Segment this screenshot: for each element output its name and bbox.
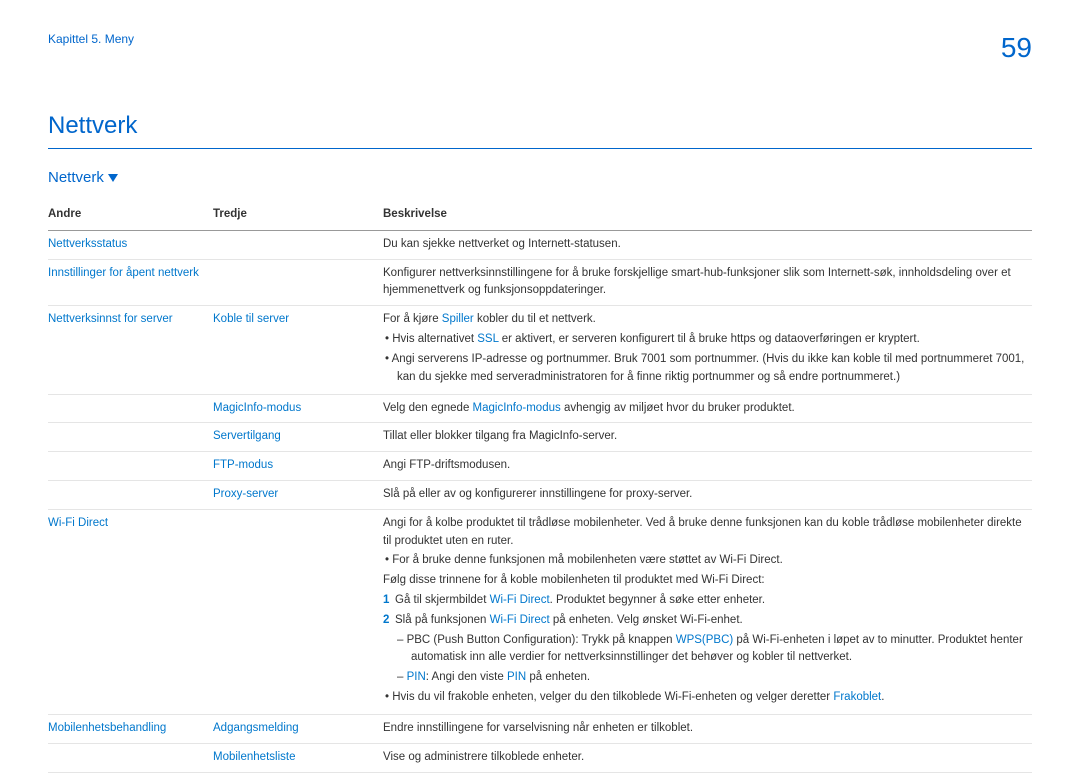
page-number: 59 <box>1001 32 1032 64</box>
table-row: Servertilgang Tillat eller blokker tilga… <box>48 423 1032 452</box>
table-row: Proxy-server Slå på eller av og konfigur… <box>48 480 1032 509</box>
bullet-list: Hvis alternativet SSL er aktivert, er se… <box>383 331 1028 386</box>
page-header: Kapittel 5. Meny 59 <box>48 32 1032 64</box>
table-row: Nettverksinnst for server Koble til serv… <box>48 306 1032 394</box>
table-header-row: Andre Tredje Beskrivelse <box>48 200 1032 230</box>
cell-desc: Du kan sjekke nettverket og Internett-st… <box>383 230 1032 259</box>
subtitle-text: Nettverk <box>48 169 104 186</box>
link-pin[interactable]: PIN <box>407 671 426 683</box>
cell-tredje[interactable]: Adgangsmelding <box>213 714 383 743</box>
page-title: Nettverk <box>48 112 1032 140</box>
link-wifi-direct[interactable]: Wi-Fi Direct <box>490 594 550 606</box>
chapter-label[interactable]: Kapittel 5. Meny <box>48 32 134 46</box>
cell-desc: Konfigurer nettverksinnstillingene for å… <box>383 259 1032 306</box>
cell-desc: For å kjøre Spiller kobler du til et net… <box>383 306 1032 394</box>
table-row: FTP-modus Angi FTP-driftsmodusen. <box>48 452 1032 481</box>
link-pin[interactable]: PIN <box>507 671 526 683</box>
cell-tredje[interactable]: FTP-modus <box>213 452 383 481</box>
cell-tredje[interactable]: MagicInfo-modus <box>213 394 383 423</box>
cell-desc: Vise og administrere tilkoblede enheter. <box>383 743 1032 772</box>
numbered-list: 1Gå til skjermbildet Wi-Fi Direct. Produ… <box>383 592 1028 630</box>
cell-andre[interactable]: Nettverksinnst for server <box>48 306 213 394</box>
header-beskrivelse: Beskrivelse <box>383 200 1032 230</box>
cell-andre <box>48 394 213 423</box>
table-row: Nettverksstatus Du kan sjekke nettverket… <box>48 230 1032 259</box>
cell-andre[interactable]: Wi-Fi Direct <box>48 509 213 714</box>
link-magicinfo[interactable]: MagicInfo-modus <box>473 402 561 414</box>
table-row: Mobilenhetsliste Vise og administrere ti… <box>48 743 1032 772</box>
settings-table: Andre Tredje Beskrivelse Nettverksstatus… <box>48 200 1032 773</box>
section-subtitle[interactable]: Nettverk <box>48 169 1032 186</box>
table-row: Wi-Fi Direct Angi for å kolbe produktet … <box>48 509 1032 714</box>
cell-andre <box>48 423 213 452</box>
caret-down-icon <box>108 174 118 182</box>
title-divider <box>48 148 1032 149</box>
header-andre: Andre <box>48 200 213 230</box>
link-frakoblet[interactable]: Frakoblet <box>833 691 881 703</box>
cell-andre <box>48 452 213 481</box>
cell-desc: Tillat eller blokker tilgang fra MagicIn… <box>383 423 1032 452</box>
table-row: Mobilenhetsbehandling Adgangsmelding End… <box>48 714 1032 743</box>
table-row: MagicInfo-modus Velg den egnede MagicInf… <box>48 394 1032 423</box>
cell-tredje[interactable]: Mobilenhetsliste <box>213 743 383 772</box>
cell-andre <box>48 480 213 509</box>
bullet-list: Hvis du vil frakoble enheten, velger du … <box>383 689 1028 707</box>
link-spiller[interactable]: Spiller <box>442 313 474 325</box>
cell-tredje <box>213 230 383 259</box>
cell-desc: Angi for å kolbe produktet til trådløse … <box>383 509 1032 714</box>
header-tredje: Tredje <box>213 200 383 230</box>
cell-andre[interactable]: Mobilenhetsbehandling <box>48 714 213 743</box>
link-wifi-direct[interactable]: Wi-Fi Direct <box>490 614 550 626</box>
cell-desc: Velg den egnede MagicInfo-modus avhengig… <box>383 394 1032 423</box>
cell-andre <box>48 743 213 772</box>
cell-tredje[interactable]: Koble til server <box>213 306 383 394</box>
cell-tredje <box>213 259 383 306</box>
cell-andre[interactable]: Innstillinger for åpent nettverk <box>48 259 213 306</box>
cell-desc: Endre innstillingene for varselvisning n… <box>383 714 1032 743</box>
table-row: Innstillinger for åpent nettverk Konfigu… <box>48 259 1032 306</box>
cell-tredje <box>213 509 383 714</box>
cell-andre[interactable]: Nettverksstatus <box>48 230 213 259</box>
cell-tredje[interactable]: Servertilgang <box>213 423 383 452</box>
bullet-list: For å bruke denne funksjonen må mobilenh… <box>383 552 1028 570</box>
cell-desc: Angi FTP-driftsmodusen. <box>383 452 1032 481</box>
cell-tredje[interactable]: Proxy-server <box>213 480 383 509</box>
link-wps-pbc[interactable]: WPS(PBC) <box>676 634 734 646</box>
link-ssl[interactable]: SSL <box>477 333 498 345</box>
cell-desc: Slå på eller av og konfigurerer innstill… <box>383 480 1032 509</box>
dash-list: PBC (Push Button Configuration): Trykk p… <box>383 632 1028 687</box>
